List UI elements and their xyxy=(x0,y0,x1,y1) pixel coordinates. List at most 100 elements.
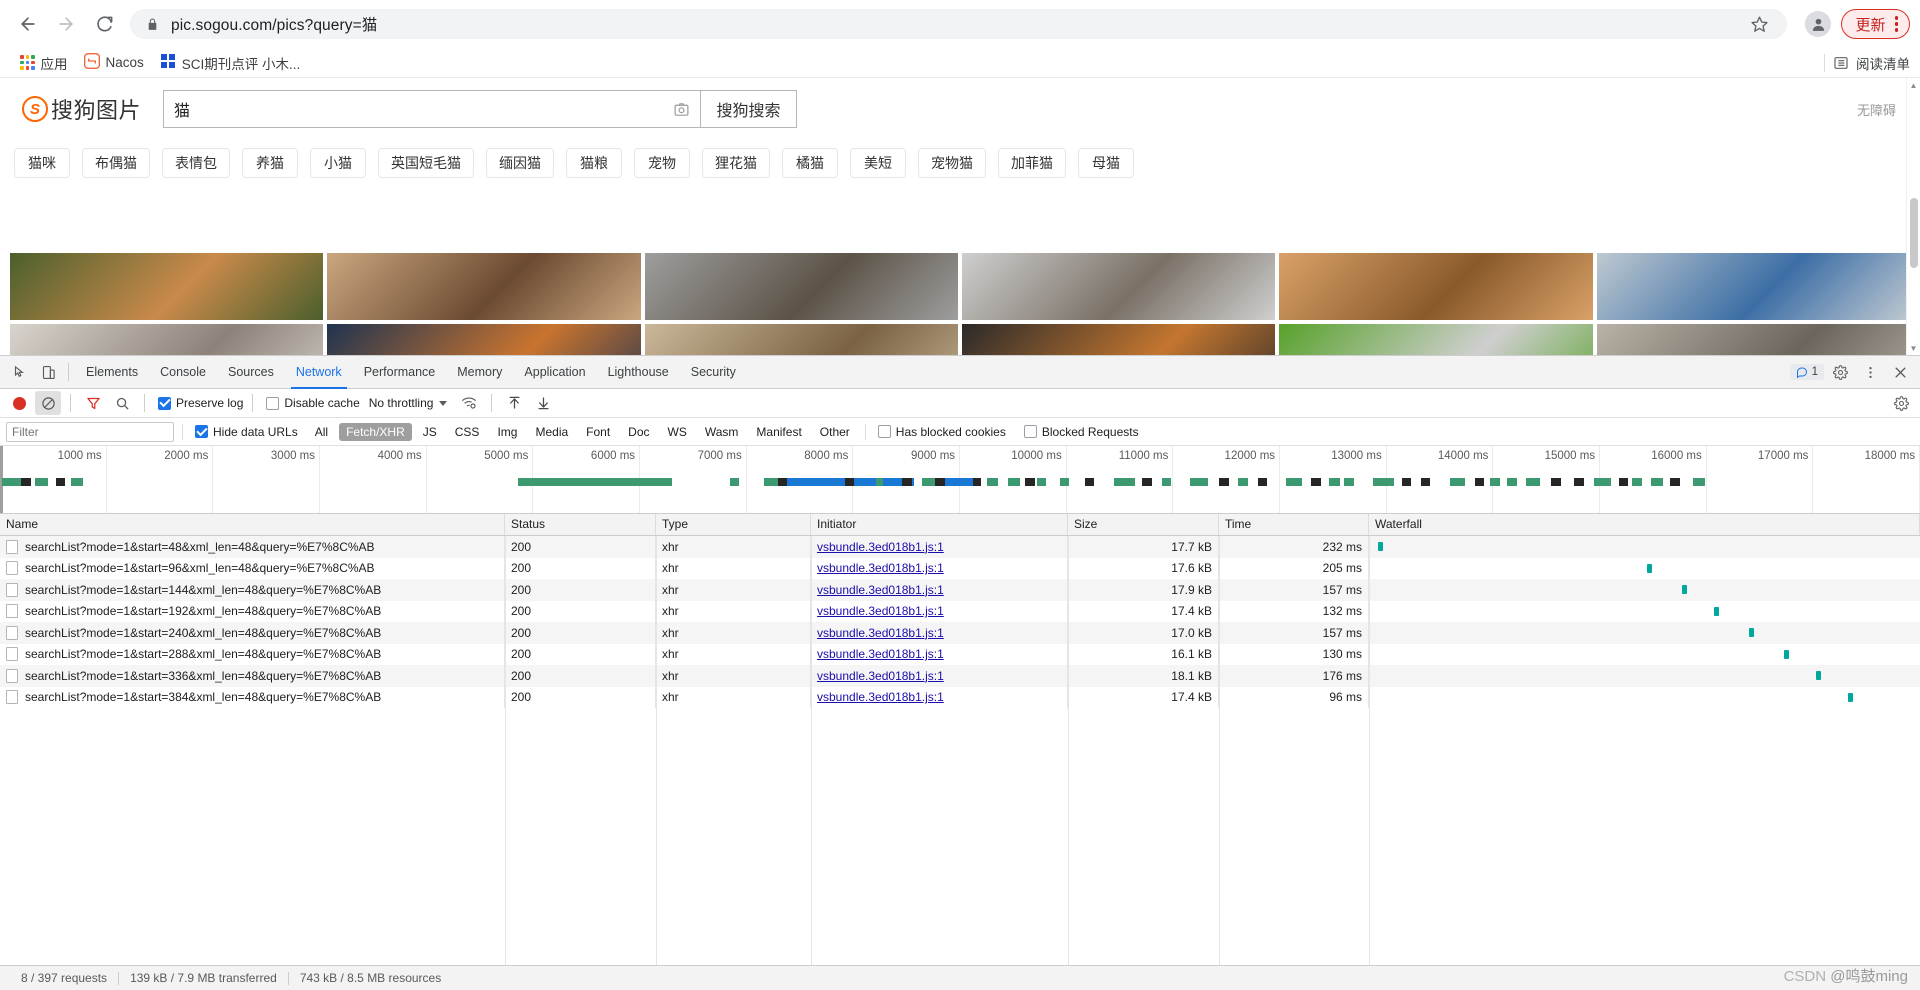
related-tag[interactable]: 猫咪 xyxy=(14,148,70,178)
devtools-tab-network[interactable]: Network xyxy=(285,356,353,389)
devtools-tab-lighthouse[interactable]: Lighthouse xyxy=(597,356,680,389)
table-row[interactable]: searchList?mode=1&start=144&xml_len=48&q… xyxy=(0,579,1920,601)
blocked-requests-checkbox-box[interactable] xyxy=(1023,425,1037,438)
device-toolbar-icon[interactable] xyxy=(34,359,62,385)
column-header-status[interactable]: Status xyxy=(505,514,656,535)
throttling-select[interactable]: No throttling xyxy=(369,396,448,410)
type-filter-ws[interactable]: WS xyxy=(661,423,694,441)
initiator-link[interactable]: vsbundle.3ed018b1.js:1 xyxy=(817,583,944,597)
image-result-cat-paws-on-table[interactable] xyxy=(327,253,641,320)
image-result-orange-cat-with-person[interactable] xyxy=(327,324,641,355)
sogou-search-box[interactable] xyxy=(163,90,702,128)
related-tag[interactable]: 猫粮 xyxy=(566,148,622,178)
disable-cache-checkbox-box[interactable] xyxy=(266,396,280,410)
hide-data-urls-checkbox-box[interactable] xyxy=(195,425,208,438)
table-row[interactable]: searchList?mode=1&start=336&xml_len=48&q… xyxy=(0,665,1920,687)
initiator-link[interactable]: vsbundle.3ed018b1.js:1 xyxy=(817,669,944,683)
close-devtools-icon[interactable] xyxy=(1886,359,1914,385)
table-row[interactable]: searchList?mode=1&start=96&xml_len=48&qu… xyxy=(0,557,1920,579)
back-button[interactable] xyxy=(10,6,46,42)
search-submit-button[interactable]: 搜狗搜索 xyxy=(701,90,798,128)
related-tag[interactable]: 小猫 xyxy=(310,148,366,178)
related-tag[interactable]: 缅因猫 xyxy=(486,148,554,178)
inspect-element-icon[interactable] xyxy=(6,359,34,385)
network-conditions-icon[interactable] xyxy=(456,391,482,415)
type-filter-media[interactable]: Media xyxy=(528,423,575,441)
initiator-link[interactable]: vsbundle.3ed018b1.js:1 xyxy=(817,540,944,554)
blocked-requests-checkbox[interactable]: Blocked Requests xyxy=(1023,425,1139,439)
type-filter-js[interactable]: JS xyxy=(416,423,444,441)
page-scrollbar-thumb[interactable] xyxy=(1910,198,1918,268)
search-input[interactable] xyxy=(164,91,663,127)
address-bar[interactable]: pic.sogou.com/pics?query=猫 xyxy=(130,9,1788,39)
has-blocked-cookies-checkbox-box[interactable] xyxy=(877,425,891,438)
table-row[interactable]: searchList?mode=1&start=192&xml_len=48&q… xyxy=(0,600,1920,622)
devtools-tab-security[interactable]: Security xyxy=(680,356,747,389)
type-filter-manifest[interactable]: Manifest xyxy=(749,423,808,441)
bookmark-apps[interactable]: 应用 xyxy=(12,50,76,76)
type-filter-all[interactable]: All xyxy=(308,423,335,441)
column-header-name[interactable]: Name xyxy=(0,514,505,535)
column-header-waterfall[interactable]: Waterfall xyxy=(1369,514,1920,535)
initiator-link[interactable]: vsbundle.3ed018b1.js:1 xyxy=(817,604,944,618)
update-button[interactable]: 更新 xyxy=(1841,9,1910,39)
import-har-icon[interactable] xyxy=(501,391,527,415)
column-header-size[interactable]: Size xyxy=(1068,514,1219,535)
bookmark-sci[interactable]: SCI期刊点评 小木... xyxy=(152,50,309,76)
devtools-tab-application[interactable]: Application xyxy=(513,356,596,389)
table-row[interactable]: searchList?mode=1&start=384&xml_len=48&q… xyxy=(0,686,1920,708)
type-filter-font[interactable]: Font xyxy=(579,423,617,441)
related-tag[interactable]: 狸花猫 xyxy=(702,148,770,178)
image-result-persian-cat-face[interactable] xyxy=(644,324,958,355)
devtools-tab-sources[interactable]: Sources xyxy=(217,356,285,389)
devtools-more-menu-icon[interactable] xyxy=(1856,359,1884,385)
type-filter-wasm[interactable]: Wasm xyxy=(698,423,746,441)
type-filter-doc[interactable]: Doc xyxy=(621,423,656,441)
has-blocked-cookies-checkbox[interactable]: Has blocked cookies xyxy=(877,425,1006,439)
bookmark-nacos[interactable]: Nacos xyxy=(76,50,152,75)
related-tag[interactable]: 宠物 xyxy=(634,148,690,178)
scroll-up-arrow[interactable]: ▲ xyxy=(1907,78,1920,92)
network-overview-timeline[interactable]: 1000 ms 2000 ms 3000 ms 4000 ms 5000 ms 6000 … xyxy=(0,446,1920,514)
bookmark-star-icon[interactable] xyxy=(1745,10,1773,38)
image-result-orange-cat-standing[interactable] xyxy=(1279,253,1593,320)
disable-cache-checkbox[interactable]: Disable cache xyxy=(266,396,360,410)
image-result-two-kittens-legs[interactable] xyxy=(961,253,1276,320)
chrome-menu-icon[interactable] xyxy=(1890,16,1904,32)
camera-icon[interactable] xyxy=(662,91,700,127)
image-result-black-and-orange-cats[interactable] xyxy=(961,324,1276,355)
record-button[interactable] xyxy=(6,391,32,415)
related-tag[interactable]: 橘猫 xyxy=(782,148,838,178)
type-filter-fetch-xhr[interactable]: Fetch/XHR xyxy=(339,422,412,441)
column-header-initiator[interactable]: Initiator xyxy=(811,514,1068,535)
table-row[interactable]: searchList?mode=1&start=288&xml_len=48&q… xyxy=(0,643,1920,665)
settings-gear-icon[interactable] xyxy=(1826,359,1854,385)
image-result-cat-on-blue-surface[interactable] xyxy=(1596,253,1910,320)
related-tag[interactable]: 加菲猫 xyxy=(998,148,1066,178)
related-tag[interactable]: 英国短毛猫 xyxy=(378,148,474,178)
clear-button[interactable] xyxy=(35,391,61,415)
filter-icon[interactable] xyxy=(80,391,106,415)
image-result-gray-kitten-portrait[interactable] xyxy=(10,324,324,355)
related-tag[interactable]: 母猫 xyxy=(1078,148,1134,178)
table-row[interactable]: searchList?mode=1&start=240&xml_len=48&q… xyxy=(0,622,1920,644)
image-result-tabby-cat-lying[interactable] xyxy=(644,253,958,320)
preserve-log-checkbox[interactable]: Preserve log xyxy=(158,396,243,410)
initiator-link[interactable]: vsbundle.3ed018b1.js:1 xyxy=(817,626,944,640)
filter-input[interactable] xyxy=(6,421,174,442)
related-tag[interactable]: 养猫 xyxy=(242,148,298,178)
devtools-tab-elements[interactable]: Elements xyxy=(75,356,149,389)
forward-button[interactable] xyxy=(48,6,84,42)
devtools-tab-memory[interactable]: Memory xyxy=(446,356,513,389)
related-tag[interactable]: 布偶猫 xyxy=(82,148,150,178)
initiator-link[interactable]: vsbundle.3ed018b1.js:1 xyxy=(817,647,944,661)
devtools-tab-console[interactable]: Console xyxy=(149,356,217,389)
sogou-logo[interactable]: S 搜狗图片 xyxy=(22,93,141,125)
preserve-log-checkbox-box[interactable] xyxy=(158,396,171,410)
related-tag[interactable]: 宠物猫 xyxy=(918,148,986,178)
reading-list-button[interactable]: 阅读清单 xyxy=(1833,53,1910,73)
type-filter-css[interactable]: CSS xyxy=(448,423,487,441)
initiator-link[interactable]: vsbundle.3ed018b1.js:1 xyxy=(817,561,944,575)
hide-data-urls-checkbox[interactable]: Hide data URLs xyxy=(195,425,298,439)
profile-avatar[interactable] xyxy=(1805,11,1832,37)
